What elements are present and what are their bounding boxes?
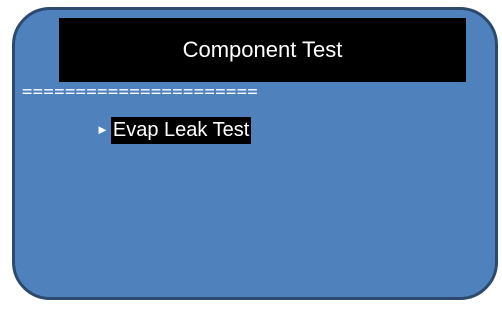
device-screen: Component Test ====================== ► …: [12, 7, 498, 300]
title-divider: ======================: [22, 82, 259, 102]
screen-title: Component Test: [59, 18, 466, 82]
menu-item-label: Evap Leak Test: [110, 116, 252, 144]
menu-item-evap-leak-test[interactable]: ► Evap Leak Test: [96, 116, 252, 144]
arrow-right-icon: ►: [96, 122, 109, 137]
